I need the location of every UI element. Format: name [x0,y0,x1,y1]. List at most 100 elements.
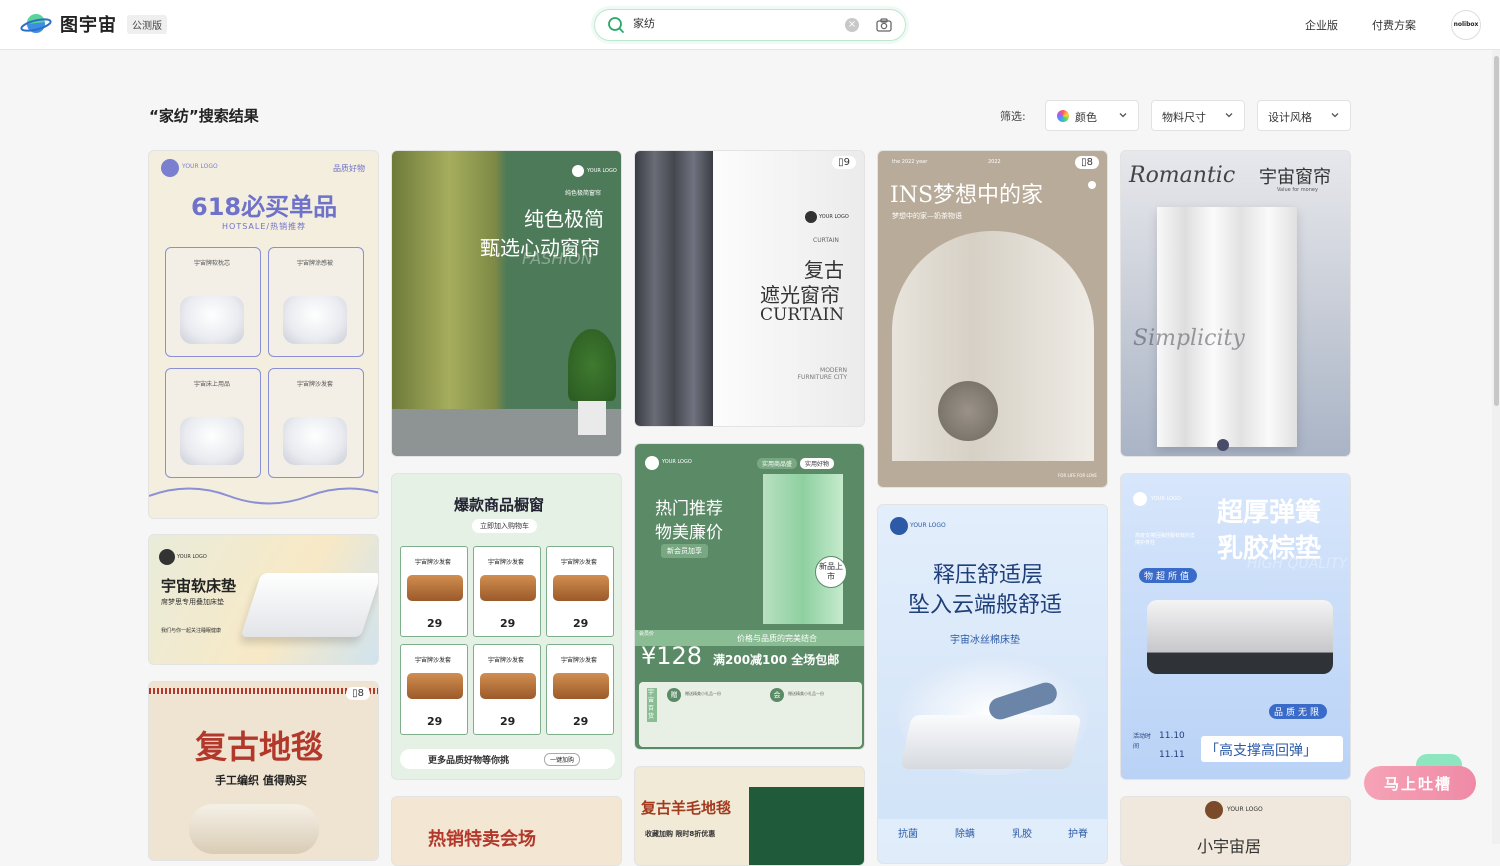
card-footnote: FOR LIFE FOR LOVE [1058,473,1097,478]
card-footnote: MODERN FURNITURE CITY [797,367,847,381]
template-card-ins-home[interactable]: the 2022 year 2022 ▯8 INS梦想中的家 梦想中的家—奶茶物… [877,150,1108,488]
search-bar[interactable]: × [594,9,906,41]
card-title: 热门推荐 [655,499,723,519]
camera-search-icon[interactable] [875,16,893,34]
logo-badge-icon [1217,439,1229,451]
template-card-mattress[interactable]: YOUR LOGO 宇宙软床垫 席梦思专用叠加床垫 我们与你一起关注睡眠健康 [148,534,379,665]
card-title: 宇宙软床垫 [161,577,237,595]
date-end: 11.11 [1159,750,1185,760]
page-count-badge: ▯8 [346,687,370,700]
template-card-small-home[interactable]: YOUR LOGO 小宇宙居 [1120,796,1351,866]
card-promo: 满200减100 全场包邮 [713,653,840,667]
card-title: 复古地毯 [195,728,324,766]
card-banner-text: 价格与品质的完美结合 [737,634,817,643]
logo-badge-icon [1133,492,1147,506]
mattress-image [900,715,1082,769]
card-script-text: HIGH QUALITY [1247,556,1348,572]
template-card-vintage-curtain[interactable]: ▯9 YOUR LOGO CURTAIN 复古 遮光窗帘 CURTAIN MOD… [634,150,865,427]
card-script-text-2: Simplicity [1133,326,1245,351]
card-title: INS梦想中的家 [890,183,1044,208]
logo-badge-icon [645,456,659,470]
filter-style[interactable]: 设计风格 [1257,100,1351,131]
card-tag: CURTAIN [813,237,839,244]
mattress-image [240,573,378,637]
page-count-badge: ▯9 [832,156,856,169]
nav-enterprise[interactable]: 企业版 [1305,17,1338,33]
add-to-cart-pill: 立即加入购物车 [472,519,537,533]
logo[interactable]: 图宇宙 公测版 [20,11,167,37]
filter-color[interactable]: 颜色 [1045,100,1139,131]
filter-style-label: 设计风格 [1268,111,1312,124]
results-title: “家纺”搜索结果 [149,107,259,125]
product-price: 29 [573,617,589,630]
card-subtitle: 宇宙冰丝棉床垫 [950,635,1020,646]
template-card-sofa-window[interactable]: 爆款商品橱窗 立即加入购物车 宇宙牌沙发套 29 宇宙牌沙发套 29 宇宙牌沙发套 2… [391,473,622,780]
carpet-roll-image [189,804,319,854]
product-label: 宇宙牌沙发套 [415,559,452,566]
beta-badge: 公测版 [127,14,167,34]
feature-tag: 除螨 [955,829,975,840]
clear-search-icon[interactable]: × [845,18,859,32]
scrollbar-thumb[interactable] [1494,56,1499,406]
avatar[interactable]: nolibox [1451,10,1481,40]
card-subtitle: Value for money [1277,187,1318,193]
product-price: 29 [427,617,443,630]
card-script-text: FASHION [522,249,593,268]
plant-leaves [568,329,616,401]
template-card-hot-sale[interactable]: 热销特卖会场 [391,796,622,866]
product-cell: 宇宙牌沙发套 29 [473,546,541,637]
card-script-text: Romantic [1129,163,1236,188]
chevron-down-icon [1119,113,1127,118]
card-tag: the 2022 year [892,159,928,165]
pouf-image [938,381,998,441]
card-subtitle: 手工编织 值得购买 [215,774,307,787]
template-card-carpet[interactable]: ▯8 复古地毯 手工编织 值得购买 [148,681,379,861]
product-price: 29 [500,617,516,630]
template-card-spring-mattress[interactable]: YOUR LOGO 超厚弹簧 乳胶棕垫 HIGH QUALITY 高度支撑回弹舒… [1120,473,1351,780]
sofa-image [480,575,536,601]
carpet-image-bg [749,787,864,865]
card-tab: 实用好物 [800,458,835,469]
product-label: 宇宙牌沙发套 [561,559,598,566]
filter-size[interactable]: 物料尺寸 [1151,100,1245,131]
template-card-618[interactable]: YOUR LOGO 品质好物 618必买单品 HOTSALE/热销推荐 宇宙牌软… [148,150,379,519]
template-card-green-curtain[interactable]: YOUR LOGO 纯色极简窗帘 纯色极简 甄选心动窗帘 FASHION [391,150,622,457]
logo-badge-icon [572,165,584,177]
product-cell: 宇宙牌沙发套 29 [473,644,541,735]
chevron-down-icon [1225,113,1233,118]
product-label: 宇宙牌沙发套 [488,657,525,664]
feedback-label: 马上吐槽 [1384,775,1453,793]
product-tile: 宇宙床上用品 [165,368,261,478]
product-label: 宇宙牌沙发套 [561,657,598,664]
card-logo-text: YOUR LOGO [177,554,207,560]
card-logo-text: YOUR LOGO [1151,496,1181,502]
card-logo-text: YOUR LOGO [910,522,946,529]
product-label: 宇宙牌软枕芯 [194,260,231,267]
card-title: 小宇宙居 [1197,837,1262,856]
nav-pricing[interactable]: 付费方案 [1372,17,1416,33]
price-label: 会员价 [639,631,655,637]
product-label: 宇宙牌沙发套 [415,657,452,664]
logo-badge-icon [159,549,175,565]
new-arrival-badge: 新品上市 [815,556,847,588]
pillow-image [180,417,244,465]
template-card-wool-carpet[interactable]: 复古羊毛地毯 收藏加购 限时8折优惠 [634,766,865,866]
fringe-decoration [149,688,378,694]
feedback-button[interactable]: 马上吐槽 [1364,766,1476,800]
search-input[interactable] [633,16,833,29]
side-label: 宇宙百货 [647,688,657,722]
card-title: 爆款商品橱窗 [454,496,545,514]
logo-badge-icon [805,211,817,223]
curtain-image [763,474,843,624]
card-title-3: CURTAIN [760,305,845,325]
brand-name: 图宇宙 [60,15,117,36]
template-card-cloud-mattress[interactable]: YOUR LOGO 释压舒适层 坠入云端般舒适 宇宙冰丝棉床垫 抗菌 除螨 乳胶… [877,504,1108,864]
card-tag: 2022 [988,159,1001,165]
template-card-green-promo[interactable]: YOUR LOGO 实用商品盛 实用好物 热门推荐 物美廉价 新会员加享 新品上… [634,443,865,750]
product-cell: 宇宙牌沙发套 29 [400,644,468,735]
card-title: 618必买单品 [191,193,338,221]
card-logo-text: YOUR LOGO [182,163,218,170]
template-card-romantic-curtain[interactable]: Romantic 宇宙窗帘 Value for money Simplicity [1120,150,1351,457]
filter-color-label: 颜色 [1075,111,1097,124]
dot-decoration [1088,181,1096,189]
